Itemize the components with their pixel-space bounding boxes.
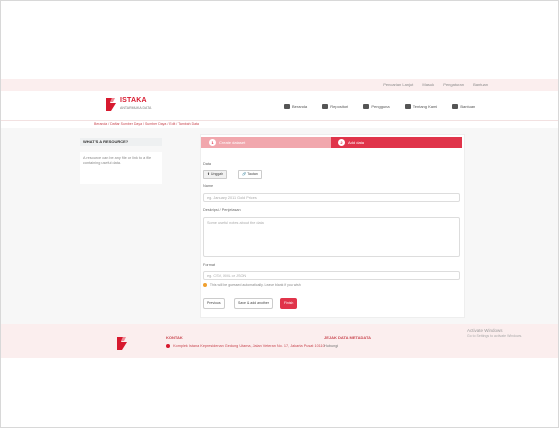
sidebar-body: A resource can be any file or link to a …: [80, 152, 162, 184]
blank-area-bottom: [1, 358, 558, 427]
windows-activation-subtitle: Go to Settings to activate Windows.: [467, 334, 523, 338]
nav-item-repository[interactable]: Repositori: [322, 104, 349, 110]
link-icon: 🔗: [242, 172, 247, 176]
blank-area-top: [1, 1, 558, 79]
nav-item-about[interactable]: Tentang Kami: [404, 104, 438, 110]
step-add-data: 2 Add data: [331, 137, 462, 148]
top-link-advanced-search[interactable]: Pencarian Lanjut: [383, 82, 413, 87]
nav-item-users[interactable]: Pengguna: [363, 104, 390, 110]
breadcrumb[interactable]: Beranda / Daftar Sumber Daya / Sumber Da…: [94, 122, 199, 126]
site-logo[interactable]: ISTAKA ANTARMUKA DATA: [104, 96, 151, 114]
link-button-label: Tautan: [247, 172, 258, 176]
footer-contact-line: Komplek Istana Kepresidenan Gedung Utama…: [166, 344, 325, 348]
description-label: Deskripsi / Penjelasan: [203, 208, 241, 212]
stepper: 1 Create dataset 2 Add data: [201, 137, 464, 148]
top-link-settings[interactable]: Pengaturan: [443, 82, 464, 87]
step-number-1: 1: [209, 139, 216, 146]
step-create-dataset: 1 Create dataset: [201, 137, 332, 148]
top-links: Pencarian Lanjut Masuk Pengaturan Bantua…: [375, 82, 488, 87]
info-dot-icon: [203, 283, 207, 288]
globe-icon: [404, 104, 411, 110]
nav-label-users: Pengguna: [371, 104, 390, 109]
format-label: Format: [203, 263, 216, 267]
upload-button-label: Unggah: [210, 172, 224, 176]
nav-label-about: Tentang Kami: [412, 104, 438, 109]
data-label: Data: [203, 162, 212, 166]
finish-button[interactable]: Finish: [280, 298, 298, 309]
save-add-another-button[interactable]: Save & add another: [234, 298, 273, 309]
logo-mark-icon: [106, 98, 116, 111]
name-label: Name: [203, 184, 214, 188]
top-utility-bar: Pencarian Lanjut Masuk Pengaturan Bantua…: [1, 79, 558, 91]
breadcrumb-bar: Beranda / Daftar Sumber Daya / Sumber Da…: [1, 120, 558, 128]
format-helper: This will be guessed automatically. Leav…: [203, 283, 301, 288]
home-icon: [284, 104, 290, 110]
step-label-2: Add data: [348, 140, 365, 145]
footer-metadata-title: JEJAK DATA METADATA: [324, 335, 372, 340]
sidebar-title: WHAT'S A RESOURCE?: [80, 138, 162, 146]
logo-subtitle: ANTARMUKA DATA: [120, 106, 152, 110]
info-icon: [452, 104, 459, 110]
sidebar-info: WHAT'S A RESOURCE? A resource can be any…: [80, 138, 162, 184]
step-number-2: 2: [338, 139, 345, 146]
format-input[interactable]: eg. CSV, XML or JSON: [203, 271, 460, 280]
site-header: ISTAKA ANTARMUKA DATA Beranda Repositori…: [1, 91, 558, 120]
site-footer: KONTAK Komplek Istana Kepresidenan Gedun…: [1, 324, 558, 358]
step-label-1: Create dataset: [219, 140, 246, 145]
logo-name: ISTAKA: [120, 97, 147, 104]
footer-logo-icon: [117, 337, 127, 350]
footer-contact-title: KONTAK: [166, 335, 183, 340]
footer-metadata-link[interactable]: Hubungi: [324, 344, 338, 348]
top-link-login[interactable]: Masuk: [422, 82, 434, 87]
resource-form-card: 1 Create dataset 2 Add data Data ⬆ Ungga…: [200, 134, 465, 318]
upload-button[interactable]: ⬆ Unggah: [203, 170, 228, 179]
name-input[interactable]: eg. January 2011 Gold Prices: [203, 193, 460, 202]
people-icon: [363, 104, 370, 110]
main-nav: Beranda Repositori Pengguna Tentang Kami…: [284, 104, 489, 110]
nav-item-help[interactable]: Bantuan: [452, 104, 476, 110]
previous-button[interactable]: Previous: [203, 298, 225, 309]
windows-activation-title: Activate Windows: [467, 328, 503, 333]
link-button[interactable]: 🔗 Tautan: [238, 170, 262, 179]
format-helper-text: This will be guessed automatically. Leav…: [209, 283, 301, 287]
upload-icon: ⬆: [207, 172, 210, 176]
nav-label-home: Beranda: [292, 104, 308, 109]
nav-label-help: Bantuan: [460, 104, 476, 109]
location-icon: [166, 344, 170, 348]
description-textarea[interactable]: Some useful notes about the data: [203, 217, 460, 257]
folders-icon: [322, 104, 329, 110]
top-link-help[interactable]: Bantuan: [473, 82, 488, 87]
nav-label-repository: Repositori: [330, 104, 349, 109]
footer-contact-address: Komplek Istana Kepresidenan Gedung Utama…: [173, 344, 325, 348]
nav-item-home[interactable]: Beranda: [284, 104, 308, 110]
